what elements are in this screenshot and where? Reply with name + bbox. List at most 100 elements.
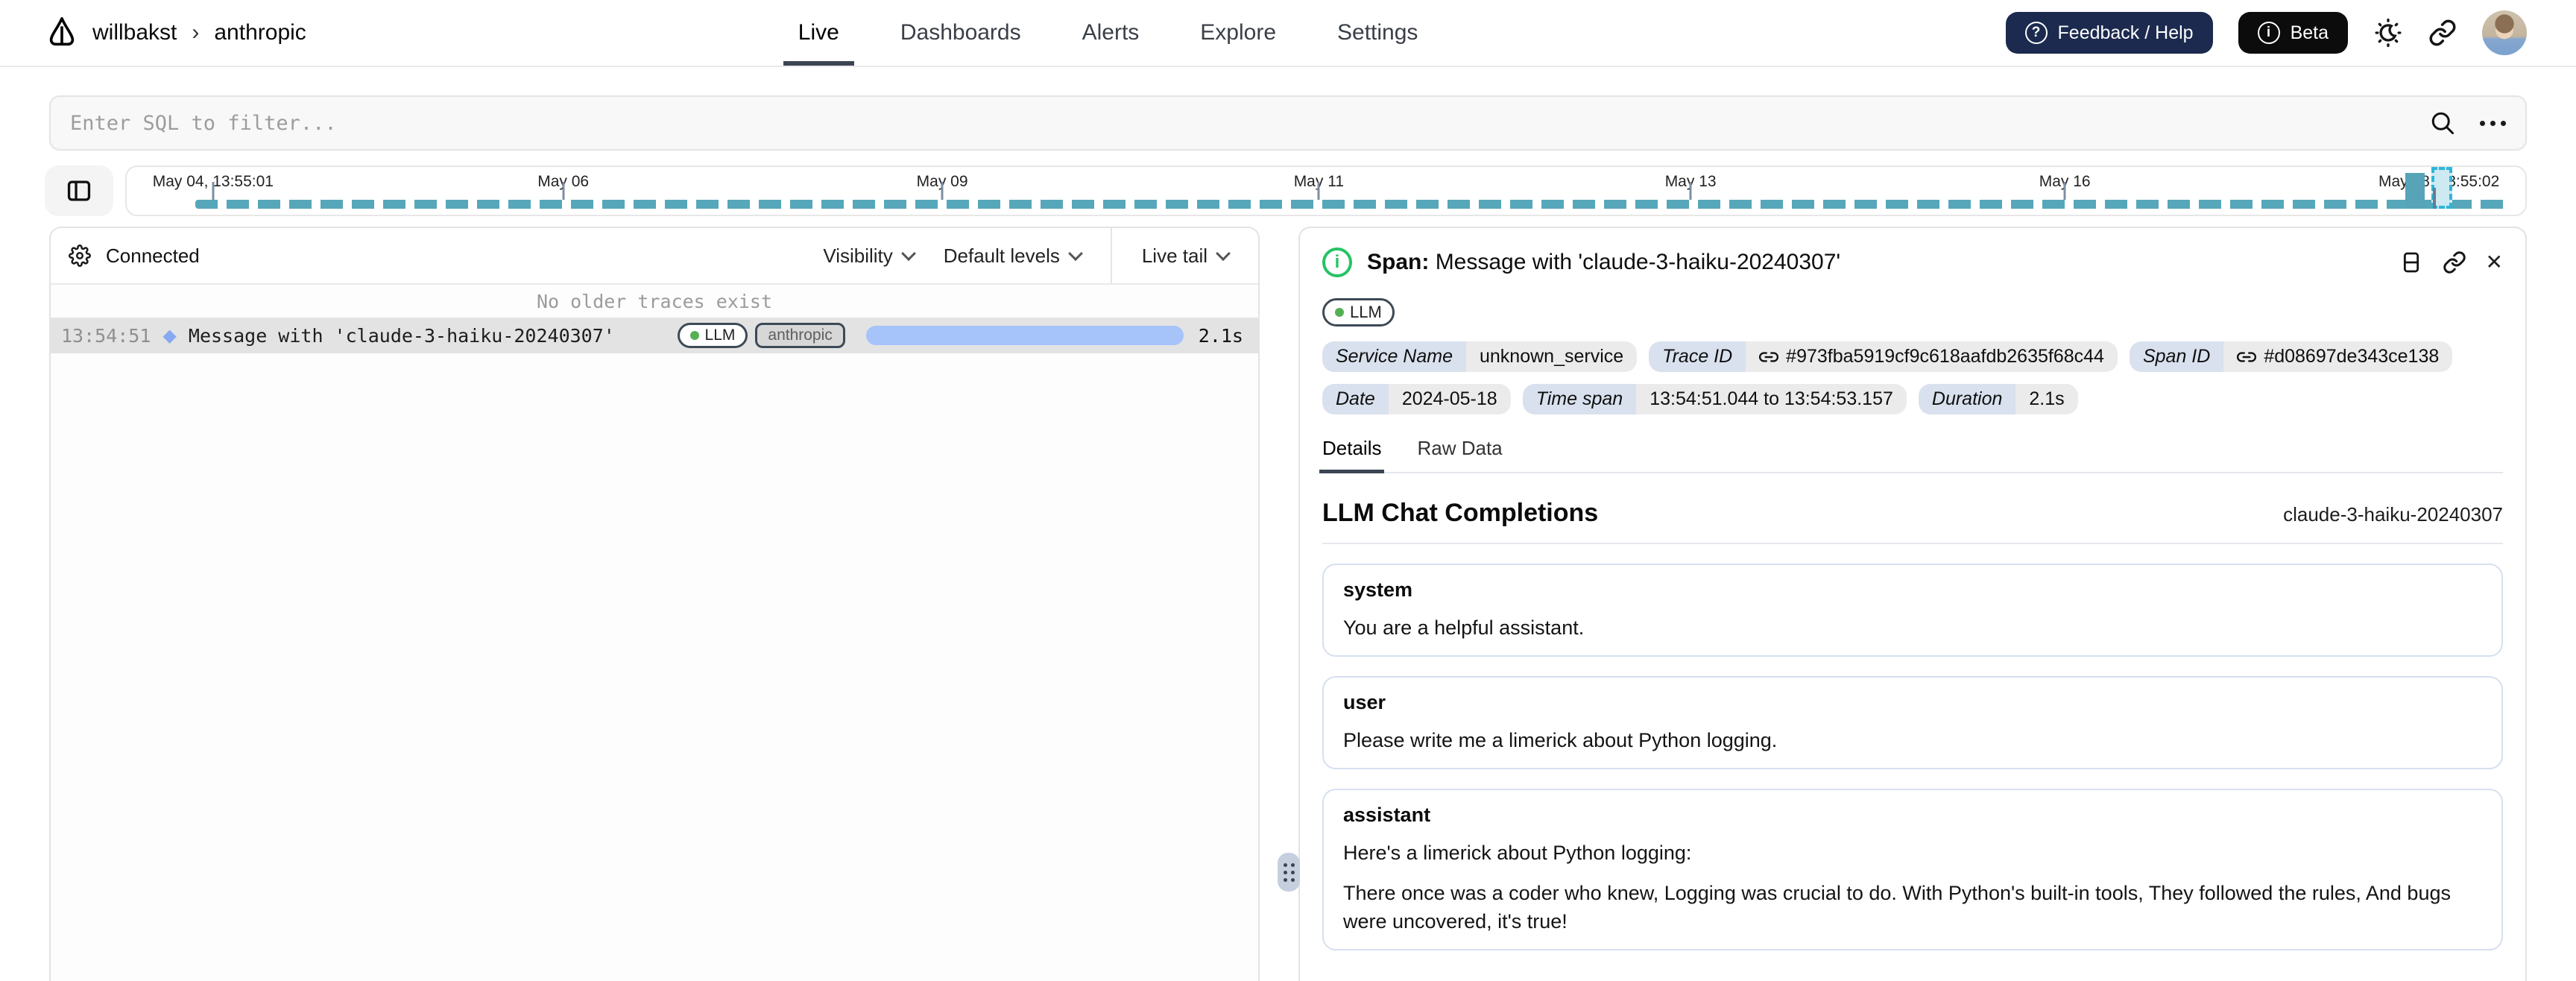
- section-divider: [1322, 543, 2503, 544]
- timeline-tick: [1317, 182, 1320, 200]
- span-detail-tabs: Details Raw Data: [1319, 437, 2503, 473]
- trace-row[interactable]: 13:54:51 ◆ Message with 'claude-3-haiku-…: [51, 318, 1258, 353]
- visibility-dropdown[interactable]: Visibility: [823, 245, 916, 268]
- span-meta-row: Date 2024-05-18 Time span 13:54:51.044 t…: [1322, 384, 2503, 414]
- model-name: claude-3-haiku-20240307: [2283, 503, 2503, 526]
- avatar[interactable]: [2482, 10, 2527, 55]
- link-icon[interactable]: [2237, 347, 2257, 367]
- meta-service-name: Service Name unknown_service: [1322, 341, 1638, 372]
- section-header: LLM Chat Completions claude-3-haiku-2024…: [1322, 499, 2503, 528]
- trace-duration: 2.1s: [1198, 324, 1243, 347]
- trace-message: Message with 'claude-3-haiku-20240307': [188, 324, 615, 347]
- green-dot-icon: [1335, 308, 1344, 317]
- message-role: user: [1343, 691, 1386, 713]
- meta-trace-id: Trace ID #973fba5919cf9c618aafdb2635f68c…: [1649, 341, 2118, 372]
- message-role: assistant: [1343, 804, 1431, 826]
- tab-alerts[interactable]: Alerts: [1079, 0, 1143, 66]
- feedback-help-label: Feedback / Help: [2057, 22, 2194, 43]
- traces-controls: Visibility Default levels Live tail: [823, 228, 1258, 283]
- message-content: Here's a limerick about Python logging:: [1343, 842, 1692, 864]
- span-info-icon: i: [1322, 247, 1352, 277]
- breadcrumb-separator-icon: ›: [192, 20, 200, 45]
- chevron-down-icon: [900, 246, 916, 262]
- message-content: There once was a coder who knew, Logging…: [1343, 882, 2451, 933]
- span-meta-row: Service Name unknown_service Trace ID #9…: [1322, 341, 2503, 372]
- beta-label: Beta: [2290, 22, 2329, 43]
- question-icon: ?: [2024, 22, 2048, 44]
- message-card-assistant: assistant Here's a limerick about Python…: [1322, 789, 2503, 950]
- llm-badge: LLM: [1322, 298, 1395, 327]
- anthropic-badge: anthropic: [755, 323, 845, 348]
- timeline-tick: [2063, 182, 2066, 200]
- timeline-tick: [212, 182, 215, 200]
- search-icon[interactable]: [2429, 110, 2456, 136]
- meta-span-id: Span ID #d08697de343ce138: [2129, 341, 2453, 372]
- message-card-system: system You are a helpful assistant.: [1322, 564, 2503, 657]
- close-icon[interactable]: ✕: [2486, 252, 2503, 273]
- tab-raw-data[interactable]: Raw Data: [1417, 437, 1502, 472]
- breadcrumb: willbakst › anthropic: [45, 16, 306, 50]
- gear-icon[interactable]: [69, 245, 91, 267]
- main-nav-tabs: Live Dashboards Alerts Explore Settings: [783, 0, 1421, 66]
- traces-panel-header: Connected Visibility Default levels Live…: [51, 228, 1258, 285]
- green-dot-icon: [689, 331, 699, 340]
- header-actions: ? Feedback / Help i Beta: [2005, 10, 2527, 55]
- breadcrumb-project[interactable]: anthropic: [214, 20, 306, 45]
- section-title: LLM Chat Completions: [1322, 499, 1599, 527]
- meta-duration: Duration 2.1s: [1918, 384, 2078, 414]
- live-tail-dropdown[interactable]: Live tail: [1110, 228, 1258, 283]
- tab-details[interactable]: Details: [1319, 437, 1384, 473]
- span-header: i Span: Message with 'claude-3-haiku-202…: [1322, 247, 2503, 277]
- sql-filter-box: [49, 95, 2527, 151]
- span-type-row: LLM: [1322, 295, 2503, 327]
- meta-time-span: Time span 13:54:51.044 to 13:54:53.157: [1522, 384, 1907, 414]
- theme-toggle-icon[interactable]: [2373, 18, 2403, 48]
- breadcrumb-org[interactable]: willbakst: [92, 20, 177, 45]
- message-role: system: [1343, 578, 1413, 601]
- panel-resize-handle[interactable]: [1278, 853, 1300, 892]
- meta-date: Date 2024-05-18: [1322, 384, 1511, 414]
- chevron-down-icon: [1216, 246, 1231, 262]
- timeline-histogram-bar: [2405, 173, 2425, 209]
- span-header-actions: ✕: [2399, 250, 2503, 274]
- connection-status: Connected: [106, 244, 200, 267]
- llm-badge: LLM: [677, 323, 748, 348]
- info-icon: i: [2257, 22, 2280, 44]
- span-details-panel: i Span: Message with 'claude-3-haiku-202…: [1298, 227, 2527, 981]
- tab-live[interactable]: Live: [783, 0, 853, 66]
- sql-filter-input[interactable]: [70, 111, 2429, 135]
- timeline-tick: [941, 182, 944, 200]
- tab-dashboards[interactable]: Dashboards: [897, 0, 1024, 66]
- message-content: You are a helpful assistant.: [1343, 616, 1585, 639]
- top-navigation-bar: willbakst › anthropic Live Dashboards Al…: [0, 0, 2576, 67]
- message-card-user: user Please write me a limerick about Py…: [1322, 676, 2503, 769]
- timeline-activity-strip: [195, 200, 2510, 209]
- beta-button[interactable]: i Beta: [2238, 12, 2348, 54]
- default-levels-dropdown[interactable]: Default levels: [944, 245, 1083, 268]
- timeline-now-cursor: [2433, 188, 2437, 209]
- timeline-tick: [1689, 182, 1692, 200]
- more-options-icon[interactable]: [2480, 120, 2506, 126]
- link-icon[interactable]: [1759, 347, 1779, 367]
- no-older-traces-notice: No older traces exist: [51, 285, 1258, 318]
- feedback-help-button[interactable]: ? Feedback / Help: [2005, 12, 2213, 54]
- share-link-icon[interactable]: [2428, 19, 2457, 47]
- timeline-tick: [562, 182, 565, 200]
- duration-bar: [865, 326, 1184, 345]
- traces-panel: Connected Visibility Default levels Live…: [49, 227, 1260, 981]
- timeline-section: May 04, 13:55:01 May 06 May 09 May 11 Ma…: [45, 165, 2527, 216]
- trace-timestamp: 13:54:51: [61, 324, 151, 347]
- tab-explore[interactable]: Explore: [1197, 0, 1279, 66]
- tab-settings[interactable]: Settings: [1334, 0, 1421, 66]
- sidebar-toggle-button[interactable]: [45, 165, 113, 216]
- chevron-down-icon: [1067, 246, 1083, 262]
- app-logo-icon[interactable]: [45, 16, 79, 50]
- diamond-icon: ◆: [162, 325, 177, 346]
- span-title: Span: Message with 'claude-3-haiku-20240…: [1367, 250, 1841, 274]
- filter-section: [0, 67, 2576, 151]
- main-content: Connected Visibility Default levels Live…: [0, 227, 2576, 981]
- side-panel-icon[interactable]: [2399, 250, 2423, 274]
- message-content: Please write me a limerick about Python …: [1343, 729, 1778, 751]
- copy-link-icon[interactable]: [2443, 250, 2466, 274]
- time-range-scrubber[interactable]: May 04, 13:55:01 May 06 May 09 May 11 Ma…: [125, 165, 2527, 216]
